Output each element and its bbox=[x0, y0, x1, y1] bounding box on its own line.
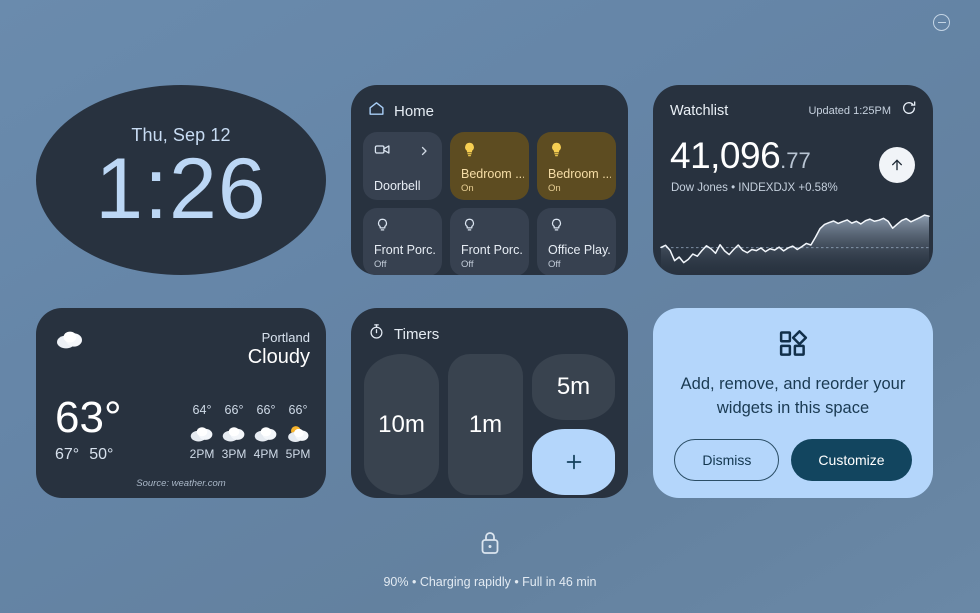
forecast-temp: 66° bbox=[288, 403, 308, 417]
forecast-hour: 2PM bbox=[189, 447, 215, 461]
home-tile-state: Off bbox=[461, 259, 474, 270]
forecast-hour-item: 66° 5PM bbox=[282, 403, 314, 461]
watchlist-chart bbox=[653, 203, 933, 275]
cloud-icon bbox=[55, 328, 85, 355]
timer-chip-10m[interactable]: 10m bbox=[364, 354, 439, 495]
partly-sunny-icon bbox=[282, 420, 314, 446]
watchlist-price-main: 41,096 bbox=[670, 135, 781, 176]
home-tile-state: On bbox=[461, 183, 474, 194]
arrow-up-icon[interactable] bbox=[879, 147, 915, 183]
home-tile-label: Front Porc... bbox=[461, 243, 524, 257]
forecast-hour-item: 64° 2PM bbox=[186, 403, 218, 461]
home-tile-label: Bedroom ... bbox=[548, 167, 611, 181]
cloud-icon bbox=[218, 420, 250, 446]
widgets-promo-card: Add, remove, and reorder your widgets in… bbox=[653, 308, 933, 498]
lock-icon[interactable] bbox=[478, 529, 502, 562]
forecast-hour: 4PM bbox=[253, 447, 279, 461]
stopwatch-icon bbox=[368, 323, 385, 345]
clock-time: 1:26 bbox=[95, 141, 267, 238]
home-tile-state: Off bbox=[374, 259, 387, 270]
dismiss-button[interactable]: Dismiss bbox=[674, 438, 780, 481]
watchlist-header: Watchlist Updated 1:25PM bbox=[653, 85, 933, 121]
weather-forecast: 64° 2PM 66° 3PM 66° 4PM 66° 5PM bbox=[186, 403, 314, 461]
light-bulb-outline-icon bbox=[374, 218, 391, 238]
do-not-disturb-icon[interactable] bbox=[933, 14, 950, 31]
forecast-temp: 66° bbox=[256, 403, 276, 417]
promo-text: Add, remove, and reorder your widgets in… bbox=[680, 375, 906, 417]
lock-status-area: 90% • Charging rapidly • Full in 46 min bbox=[0, 529, 980, 589]
home-tile-bedroom-1[interactable]: Bedroom ... On bbox=[450, 132, 529, 200]
watchlist-price-decimal: .77 bbox=[780, 148, 811, 173]
clock-widget[interactable]: Thu, Sep 12 1:26 bbox=[36, 85, 326, 275]
home-tile-label: Front Porc... bbox=[374, 243, 437, 257]
home-tile-bedroom-2[interactable]: Bedroom ... On bbox=[537, 132, 616, 200]
timer-chip-5m[interactable]: 5m bbox=[532, 354, 615, 420]
weather-high-low: 67° 50° bbox=[55, 446, 123, 464]
timer-chip-1m[interactable]: 1m bbox=[448, 354, 523, 495]
cloud-icon bbox=[250, 420, 282, 446]
watchlist-widget[interactable]: Watchlist Updated 1:25PM 41,096.77 Dow J… bbox=[653, 85, 933, 275]
forecast-hour: 5PM bbox=[285, 447, 311, 461]
home-tile-front-porch-1[interactable]: Front Porc... Off bbox=[363, 208, 442, 275]
forecast-hour-item: 66° 4PM bbox=[250, 403, 282, 461]
home-tile-state: On bbox=[548, 183, 561, 194]
weather-source: Source: weather.com bbox=[136, 478, 226, 489]
watchlist-updated: Updated 1:25PM bbox=[808, 104, 891, 117]
home-tile-label: Doorbell bbox=[374, 179, 421, 193]
timers-header: Timers bbox=[351, 308, 628, 345]
weather-location: Portland bbox=[261, 330, 310, 345]
video-camera-icon bbox=[374, 145, 391, 162]
home-tile-front-porch-2[interactable]: Front Porc... Off bbox=[450, 208, 529, 275]
weather-widget[interactable]: Portland Cloudy 63° 67° 50° 64° 2PM 66° 3… bbox=[36, 308, 326, 498]
home-widget[interactable]: Home Doorbell Bedroom ... On Bedroom ...… bbox=[351, 85, 628, 275]
weather-condition: Cloudy bbox=[247, 346, 310, 368]
home-icon bbox=[368, 100, 385, 122]
light-bulb-outline-icon bbox=[548, 218, 565, 238]
home-header: Home bbox=[351, 85, 628, 122]
widget-grid: Thu, Sep 12 1:26 Home Doorbell Bedroom .… bbox=[36, 85, 946, 498]
customize-button[interactable]: Customize bbox=[791, 438, 912, 481]
forecast-temp: 64° bbox=[192, 403, 212, 417]
watchlist-title: Watchlist bbox=[670, 102, 729, 119]
battery-status-text: 90% • Charging rapidly • Full in 46 min bbox=[383, 575, 597, 589]
weather-temperature: 63° bbox=[55, 393, 122, 442]
widgets-icon bbox=[778, 329, 808, 364]
timers-title: Timers bbox=[394, 325, 440, 343]
forecast-hour: 3PM bbox=[221, 447, 247, 461]
timers-widget[interactable]: Timers 10m 1m 5m bbox=[351, 308, 628, 498]
home-tile-doorbell[interactable]: Doorbell bbox=[363, 132, 442, 200]
promo-actions: Dismiss Customize bbox=[674, 438, 912, 481]
weather-low: 50° bbox=[89, 446, 114, 463]
light-bulb-filled-icon bbox=[461, 142, 478, 162]
refresh-icon[interactable] bbox=[901, 100, 917, 121]
home-tiles: Doorbell Bedroom ... On Bedroom ... On F… bbox=[351, 122, 628, 275]
home-tile-label: Office Play... bbox=[548, 243, 611, 257]
home-tile-state: Off bbox=[548, 259, 561, 270]
add-timer-button[interactable] bbox=[532, 429, 615, 495]
forecast-hour-item: 66° 3PM bbox=[218, 403, 250, 461]
chevron-right-icon[interactable] bbox=[418, 144, 430, 162]
home-title: Home bbox=[394, 102, 435, 120]
cloud-icon bbox=[186, 420, 218, 446]
timers-list: 10m 1m 5m bbox=[351, 345, 628, 498]
forecast-temp: 66° bbox=[224, 403, 244, 417]
weather-high: 67° bbox=[55, 446, 80, 463]
home-tile-office-play[interactable]: Office Play... Off bbox=[537, 208, 616, 275]
light-bulb-filled-icon bbox=[548, 142, 565, 162]
light-bulb-outline-icon bbox=[461, 218, 478, 238]
home-tile-label: Bedroom ... bbox=[461, 167, 524, 181]
